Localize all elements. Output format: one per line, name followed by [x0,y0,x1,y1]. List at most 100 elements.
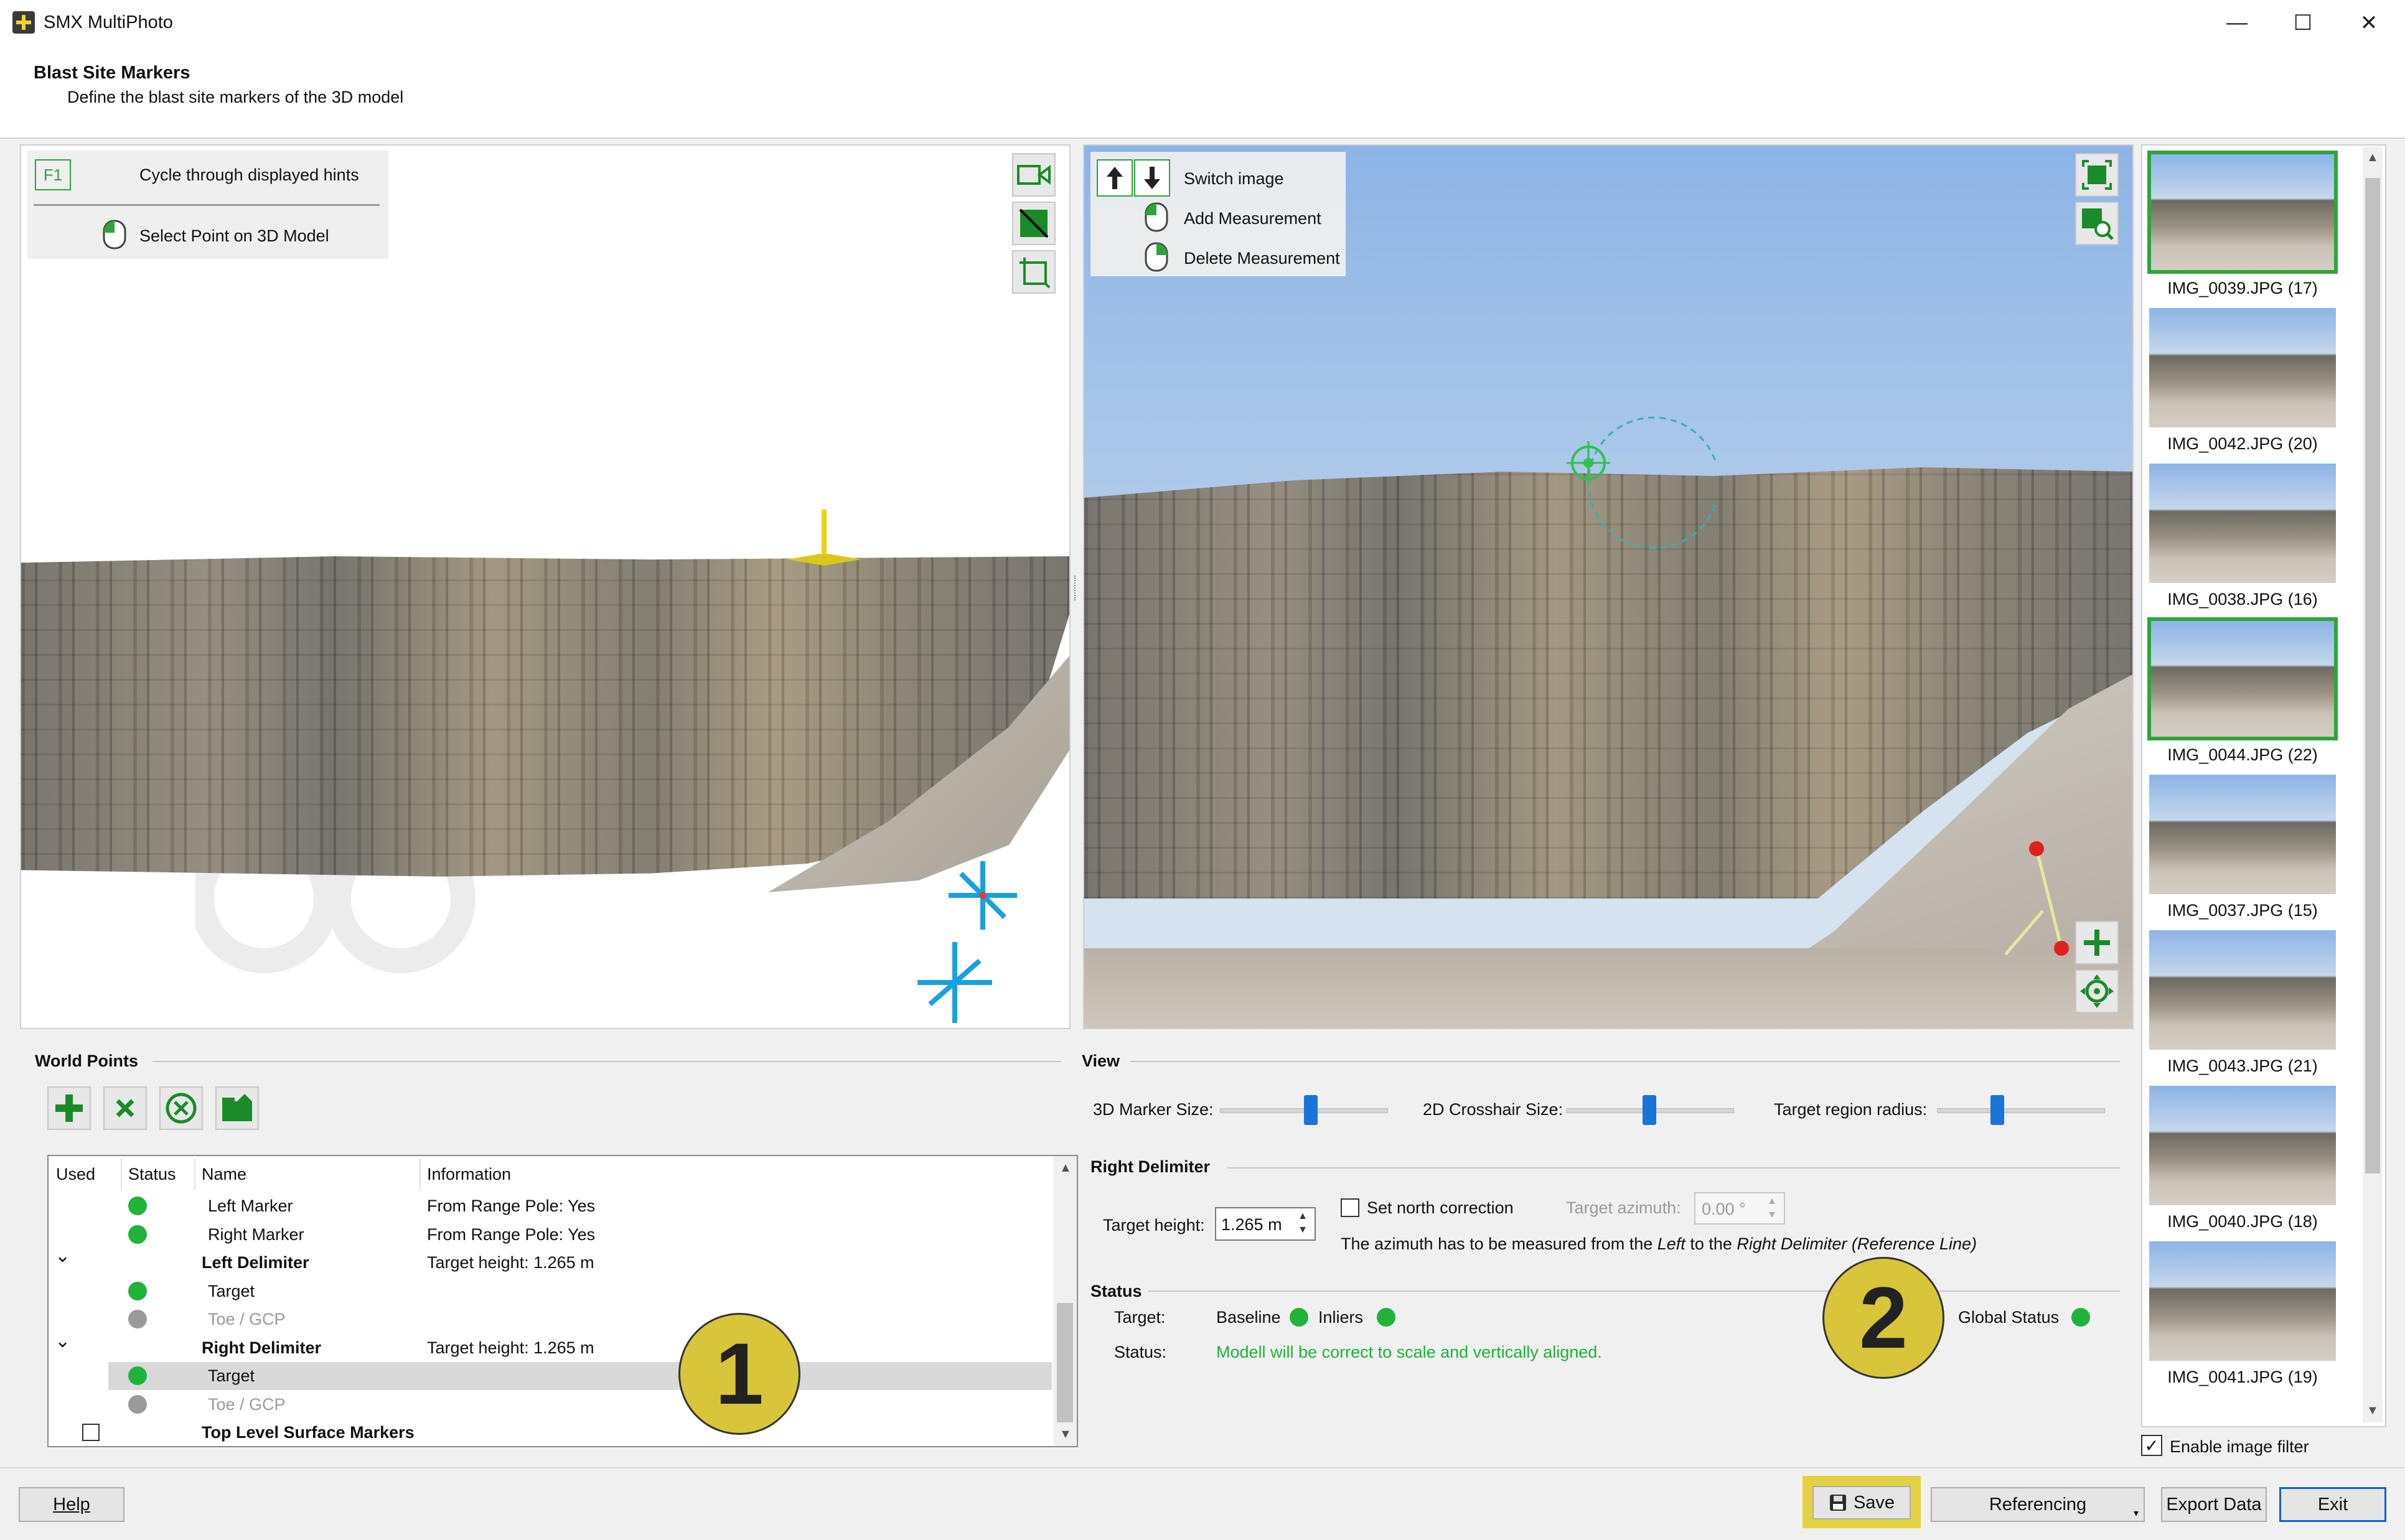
clear-icon[interactable] [159,1086,203,1130]
save-button[interactable]: Save [1812,1486,1911,1519]
arrow-up-icon [1097,159,1133,197]
arrow-down-icon [1134,159,1170,197]
thumbnail-label: IMG_0038.JPG (16) [2167,590,2318,609]
table-scrollbar[interactable]: ▲ ▼ [1053,1156,1077,1446]
diagonal-view-icon[interactable] [1012,202,1056,245]
scroll-up-icon[interactable]: ▲ [2366,151,2379,165]
thumbnail-image[interactable] [2147,617,2338,740]
region-radius-thumb[interactable] [1990,1095,2004,1125]
table-row[interactable]: Target [49,1362,1052,1390]
status-message: Modell will be correct to scale and vert… [1216,1343,1602,1361]
thumbnail-image[interactable] [2147,773,2338,896]
region-radius-slider[interactable] [1937,1091,2105,1129]
floppy-disk-icon [1829,1493,1847,1512]
close-button[interactable]: ✕ [2332,0,2405,45]
image-filter-checkbox[interactable]: ✓ [2141,1435,2162,1456]
table-row[interactable]: Toe / GCP [49,1305,1052,1333]
region-radius-label: Target region radius: [1774,1100,1928,1119]
mouse-right-icon [1144,241,1169,276]
import-icon[interactable] [215,1086,259,1130]
row-information: From Range Pole: Yes [427,1225,596,1244]
photo-ground [1084,948,2132,1028]
column-status[interactable]: Status [128,1165,176,1184]
marker-size-slider[interactable] [1220,1091,1388,1129]
crosshair-size-slider[interactable] [1566,1091,1734,1129]
export-data-button[interactable]: Export Data [2161,1487,2267,1522]
add-point-icon[interactable] [2075,921,2119,964]
north-correction-checkbox[interactable] [1341,1198,1359,1217]
center-target-icon[interactable] [2075,969,2119,1013]
column-used[interactable]: Used [56,1165,95,1184]
table-scroll-thumb[interactable] [1057,1303,1073,1422]
table-row[interactable]: Left Marker From Range Pole: Yes [49,1192,1052,1220]
minimize-button[interactable]: — [2200,0,2274,45]
thumbnail-image[interactable] [2147,306,2338,429]
page-subtitle: Define the blast site markers of the 3D … [67,88,404,106]
model-3d-view[interactable]: F1 Cycle through displayed hints Select … [20,144,1071,1029]
column-information[interactable]: Information [427,1165,511,1184]
thumbnail-image[interactable] [2147,1084,2338,1207]
delete-icon[interactable] [103,1086,147,1130]
row-name: Top Level Surface Markers [202,1423,415,1442]
status-label: Status: [1114,1343,1167,1361]
hint-add-label: Add Measurement [1184,209,1321,228]
table-row[interactable]: Top Level Surface Markers [49,1419,1052,1447]
view-divider [1130,1061,2120,1062]
add-icon[interactable] [47,1086,91,1130]
table-scroll-up-icon[interactable]: ▲ [1059,1161,1072,1175]
column-name[interactable]: Name [202,1165,246,1184]
scroll-down-icon[interactable]: ▼ [2366,1404,2379,1418]
expand-chevron-icon[interactable]: ⌄ [55,1245,70,1267]
scroll-thumb[interactable] [2365,178,2380,1174]
maximize-button[interactable]: ☐ [2266,0,2340,45]
status-target-label: Target: [1114,1308,1166,1327]
table-row[interactable]: ⌄ Left Delimiter Target height: 1.265 m [49,1246,1052,1277]
hint-delete-label: Delete Measurement [1184,249,1340,268]
status-dot [128,1310,147,1328]
hint-switch-label: Switch image [1184,169,1284,188]
help-button[interactable]: Help [19,1487,124,1522]
thumbnail-label: IMG_0040.JPG (18) [2167,1212,2318,1231]
exit-button[interactable]: Exit [2279,1487,2386,1522]
table-row[interactable]: Target [49,1277,1052,1305]
marker-size-label: 3D Marker Size: [1093,1100,1214,1119]
thumbnail-image[interactable] [2147,462,2338,585]
app-logo-icon [12,11,35,34]
crop-frame-icon[interactable] [1012,250,1056,294]
row-name: Toe / GCP [208,1394,286,1414]
image-filter-label: Enable image filter [2170,1437,2309,1456]
fit-view-icon[interactable] [2075,153,2119,197]
expand-chevron-icon[interactable]: ⌄ [55,1330,70,1352]
hint-cycle-label: Cycle through displayed hints [139,166,359,184]
status-title: Status [1090,1282,1142,1300]
crosshair-size-thumb[interactable] [1643,1095,1656,1125]
video-camera-icon[interactable] [1012,153,1056,197]
table-row[interactable]: ⌄ Right Delimiter Target height: 1.265 m [49,1331,1052,1362]
row-name: Toe / GCP [208,1310,286,1328]
thumbnail-image[interactable] [2147,928,2338,1052]
status-dot [128,1197,147,1215]
pane-splitter[interactable] [1074,576,1079,600]
row-name: Left Delimiter [202,1253,309,1272]
world-points-table[interactable]: Used Status Name Information Left Marker… [47,1155,1078,1447]
table-row[interactable]: Right Marker From Range Pole: Yes [49,1221,1052,1249]
used-checkbox[interactable] [82,1424,100,1441]
thumbnail-image[interactable] [2147,151,2338,274]
row-information: Target height: 1.265 m [427,1338,594,1357]
thumbnail-scrollbar[interactable]: ▲ ▼ [2363,147,2383,1422]
table-row[interactable]: Toe / GCP [49,1391,1052,1419]
azimuth-note: The azimuth has to be measured from the … [1341,1234,1977,1253]
thumbnail-label: IMG_0044.JPG (22) [2167,745,2318,764]
photo-view[interactable]: Switch image Add Measurement Delete Meas… [1083,144,2134,1029]
target-azimuth-spinner[interactable]: ▲ ▼ [1763,1195,1781,1222]
target-height-label: Target height: [1103,1216,1205,1234]
target-height-spinner[interactable]: ▲ ▼ [1292,1210,1313,1238]
marker-size-thumb[interactable] [1304,1095,1318,1125]
zoom-image-icon[interactable] [2075,202,2119,245]
measurement-crosshair[interactable] [1567,414,1720,554]
table-scroll-down-icon[interactable]: ▼ [1059,1427,1072,1442]
mouse-left-icon [102,219,127,253]
thumbnail-label: IMG_0043.JPG (21) [2167,1057,2318,1075]
referencing-button[interactable]: Referencing ▾ [1931,1487,2145,1522]
thumbnail-image[interactable] [2147,1239,2338,1363]
